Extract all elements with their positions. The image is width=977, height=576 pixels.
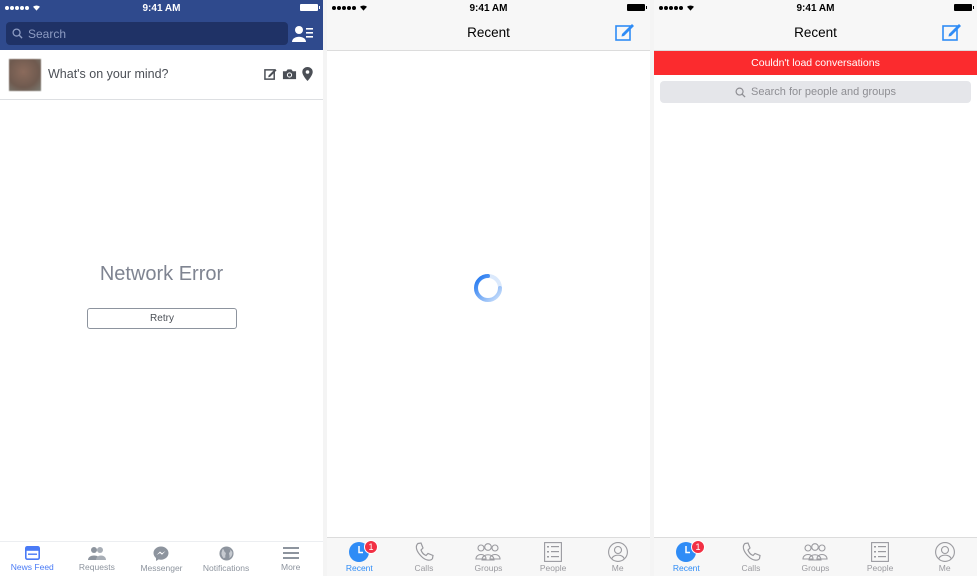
tab-label: Groups <box>801 563 830 573</box>
battery-icon <box>954 4 974 11</box>
compose-icon[interactable] <box>941 22 963 42</box>
facebook-news-feed-screen: 9:41 AM Search What's on your mind? Netw… <box>0 0 323 576</box>
profile-icon <box>607 542 628 562</box>
location-pin-icon[interactable] <box>302 67 313 81</box>
search-icon <box>12 28 23 39</box>
tab-label: Requests <box>78 562 115 572</box>
status-time: 9:41 AM <box>469 3 508 14</box>
facebook-tab-bar: News Feed Requests Messenger Notificatio… <box>0 541 323 576</box>
status-time: 9:41 AM <box>796 3 835 14</box>
profile-icon <box>934 542 955 562</box>
unread-badge: 1 <box>364 540 378 554</box>
tab-label: Calls <box>414 563 434 573</box>
tab-people[interactable]: People <box>521 538 586 576</box>
status-bar: 9:41 AM <box>327 0 650 17</box>
tab-groups[interactable]: Groups <box>456 538 521 576</box>
search-placeholder: Search <box>28 26 67 41</box>
camera-icon[interactable] <box>282 68 297 80</box>
messenger-icon <box>153 546 169 561</box>
friends-list-icon[interactable] <box>292 25 314 42</box>
search-input[interactable]: Search for people and groups <box>660 81 971 103</box>
phone-icon <box>415 542 434 561</box>
status-time: 9:41 AM <box>142 3 181 14</box>
tab-requests[interactable]: Requests <box>65 542 130 576</box>
tab-recent[interactable]: 1 Recent <box>327 538 392 576</box>
tab-me[interactable]: Me <box>912 538 977 576</box>
network-error-title: Network Error <box>99 263 224 285</box>
tab-label: Recent <box>345 563 373 573</box>
tab-label: Recent <box>672 563 700 573</box>
tab-label: More <box>280 562 301 572</box>
search-icon <box>735 87 746 98</box>
tab-messenger[interactable]: Messenger <box>129 542 194 576</box>
tab-calls[interactable]: Calls <box>392 538 457 576</box>
globe-icon <box>219 546 234 561</box>
tab-label: Calls <box>741 563 761 573</box>
tab-label: People <box>866 563 894 573</box>
messenger-error-screen: 9:41 AM Recent Couldn't load conversatio… <box>654 0 977 576</box>
battery-icon <box>627 4 647 11</box>
page-title: Recent <box>794 25 837 40</box>
avatar[interactable] <box>9 59 41 91</box>
post-composer[interactable]: What's on your mind? <box>0 50 323 100</box>
tab-label: Me <box>938 563 951 573</box>
tab-people[interactable]: People <box>848 538 913 576</box>
loading-spinner <box>474 274 502 302</box>
tab-news-feed[interactable]: News Feed <box>0 542 65 576</box>
edit-post-icon[interactable] <box>264 68 277 81</box>
hamburger-icon <box>282 547 299 559</box>
tab-me[interactable]: Me <box>585 538 650 576</box>
facebook-nav-bar: 9:41 AM Search <box>0 0 323 50</box>
tab-label: Notifications <box>202 563 250 573</box>
list-icon <box>871 542 890 562</box>
tab-label: Messenger <box>140 563 183 573</box>
search-placeholder: Search for people and groups <box>751 86 896 98</box>
unread-badge: 1 <box>691 540 705 554</box>
page-title: Recent <box>467 25 510 40</box>
tab-recent[interactable]: 1 Recent <box>654 538 719 576</box>
messenger-tab-bar: 1 Recent Calls Groups People Me <box>654 537 977 576</box>
phone-icon <box>742 542 761 561</box>
messenger-tab-bar: 1 Recent Calls Groups People Me <box>327 537 650 576</box>
tab-label: Groups <box>474 563 503 573</box>
tab-more[interactable]: More <box>258 542 323 576</box>
messenger-loading-screen: 9:41 AM Recent 1 Recent Calls Groups Peo… <box>327 0 650 576</box>
compose-icon[interactable] <box>614 22 636 42</box>
status-bar: 9:41 AM <box>654 0 977 17</box>
composer-prompt[interactable]: What's on your mind? <box>48 67 169 81</box>
messenger-nav-bar: 9:41 AM Recent <box>654 0 977 51</box>
friend-requests-icon <box>87 547 106 560</box>
status-bar: 9:41 AM <box>0 0 323 17</box>
search-input[interactable]: Search <box>6 22 288 45</box>
groups-icon <box>475 543 502 561</box>
retry-button[interactable]: Retry <box>87 308 237 329</box>
tab-groups[interactable]: Groups <box>783 538 848 576</box>
groups-icon <box>802 543 829 561</box>
list-icon <box>544 542 563 562</box>
tab-label: People <box>539 563 567 573</box>
messenger-nav-bar: 9:41 AM Recent <box>327 0 650 51</box>
tab-calls[interactable]: Calls <box>719 538 784 576</box>
news-feed-icon <box>24 546 40 560</box>
tab-label: News Feed <box>10 562 54 572</box>
tab-label: Me <box>611 563 624 573</box>
error-banner: Couldn't load conversations <box>654 51 977 75</box>
battery-icon <box>300 4 320 11</box>
tab-notifications[interactable]: Notifications <box>194 542 259 576</box>
